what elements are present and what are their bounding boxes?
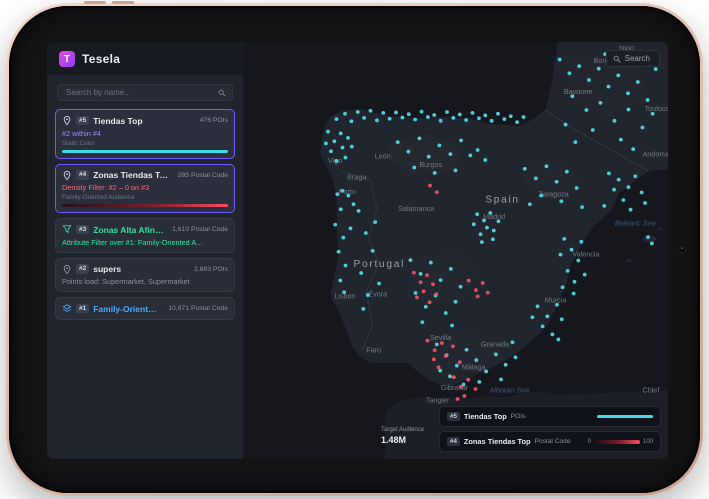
svg-text:Sevilla: Sevilla	[430, 334, 451, 342]
scale-min: 0	[588, 439, 591, 445]
layer-name: Family-Oriented Au...	[93, 304, 160, 314]
svg-text:Chlef: Chlef	[643, 386, 660, 394]
layer-subtitle: #2 within #4	[62, 129, 228, 138]
map-legend: Target Audience 1.48M #5 Tiendas Top POI…	[439, 402, 661, 452]
svg-text:Braga: Braga	[347, 174, 366, 182]
svg-text:Zaragoza: Zaragoza	[538, 190, 568, 198]
tesela-logo-icon: T	[59, 51, 75, 67]
svg-text:Granada: Granada	[481, 340, 509, 348]
svg-text:León: León	[375, 153, 391, 161]
layer-name: Zonas Alta Afinidad	[93, 225, 164, 235]
legend-gradient-scale: 0 100	[588, 439, 653, 445]
layer-tag: Static Color	[62, 140, 228, 147]
filter-icon	[62, 224, 72, 235]
svg-text:Burgos: Burgos	[419, 161, 442, 169]
map-canvas[interactable]: SpainPortugalAndorraLisbonPortoBragaVigo…	[243, 42, 668, 459]
basemap-svg: SpainPortugalAndorraLisbonPortoBragaVigo…	[243, 42, 668, 459]
svg-text:Bayonne: Bayonne	[564, 88, 592, 96]
scale-max: 100	[643, 439, 653, 445]
svg-text:Murcia: Murcia	[545, 297, 567, 305]
layer-count: 10,871 Postal Code	[164, 305, 228, 312]
layer-id-badge: #1	[76, 304, 89, 314]
search-icon	[613, 55, 621, 63]
svg-text:Balearic Sea: Balearic Sea	[615, 220, 656, 228]
legend-id-badge: #4	[447, 437, 460, 446]
layers-icon	[62, 303, 72, 314]
target-audience-stat: Target Audience 1.48M	[381, 427, 435, 446]
layer-count: 1,619 Postal Code	[168, 226, 228, 233]
layer-id-badge: #3	[76, 225, 89, 235]
pin-icon	[62, 115, 72, 126]
svg-text:Évora: Évora	[368, 289, 387, 298]
legend-cyan-swatch	[597, 415, 653, 418]
search-icon	[218, 89, 226, 97]
svg-text:Alboran Sea: Alboran Sea	[488, 386, 529, 394]
svg-text:Salamanca: Salamanca	[398, 205, 434, 213]
svg-text:Andorra: Andorra	[643, 151, 669, 159]
svg-text:Madrid: Madrid	[483, 213, 505, 221]
sidebar: T Tesela	[47, 42, 243, 459]
svg-text:Toulouse: Toulouse	[645, 105, 668, 113]
app-title: Tesela	[82, 52, 120, 66]
legend-row-zonas-tiendas-top[interactable]: #4 Zonas Tiendas Top Postal Code 0 100	[439, 431, 661, 452]
layer-item-zonas-tiendas-top[interactable]: #4 Zonas Tiendas Top 285 Postal Code Den…	[55, 164, 235, 214]
layer-name: Tiendas Top	[93, 116, 142, 126]
layer-subtitle: Points load: Supermarket, Supermarket	[62, 277, 228, 286]
layer-item-tiendas-top[interactable]: #5 Tiendas Top 476 POIs #2 within #4 Sta…	[55, 109, 235, 159]
search-input[interactable]	[64, 87, 214, 98]
pin-icon	[62, 170, 72, 181]
svg-text:Spain: Spain	[485, 195, 520, 206]
legend-layer-type: Postal Code	[535, 438, 571, 445]
map-search-label: Search	[625, 54, 650, 63]
svg-text:Málaga: Málaga	[462, 363, 486, 371]
tablet-bezel: T Tesela	[9, 6, 700, 493]
layer-id-badge: #2	[76, 264, 89, 274]
svg-text:Valencia: Valencia	[572, 251, 599, 259]
front-camera	[679, 246, 686, 253]
layer-count: 476 POIs	[196, 117, 228, 124]
svg-text:Portugal: Portugal	[354, 259, 406, 270]
layer-item-supers[interactable]: #2 supers 2,683 POIs Points load: Superm…	[55, 258, 235, 293]
legend-row-tiendas-top[interactable]: #5 Tiendas Top POIs	[439, 406, 661, 427]
layer-count: 2,683 POIs	[190, 266, 228, 273]
tablet-frame: T Tesela	[6, 3, 703, 496]
legend-id-badge: #5	[447, 412, 460, 421]
app-screen: T Tesela	[47, 42, 668, 459]
legend-layer-name: Tiendas Top	[464, 412, 507, 421]
layer-list: #5 Tiendas Top 476 POIs #2 within #4 Sta…	[47, 108, 243, 328]
layer-item-family-oriented[interactable]: #1 Family-Oriented Au... 10,871 Postal C…	[55, 297, 235, 320]
svg-text:Faro: Faro	[366, 347, 381, 355]
menorca-island	[657, 227, 662, 230]
volume-up-button	[84, 1, 106, 4]
volume-down-button	[112, 1, 134, 4]
layer-item-zonas-alta-afinidad[interactable]: #3 Zonas Alta Afinidad 1,619 Postal Code…	[55, 218, 235, 253]
app-header: T Tesela	[47, 42, 243, 75]
legend-layer-type: POIs	[511, 413, 526, 420]
layer-name: Zonas Tiendas Top	[93, 170, 170, 180]
layer-color-bar	[62, 150, 228, 153]
map-search-box[interactable]: Search	[606, 50, 660, 67]
layer-id-badge: #5	[76, 116, 89, 126]
red-gradient-swatch	[594, 440, 640, 444]
target-audience-label: Target Audience	[381, 427, 435, 435]
layer-color-bar	[62, 204, 228, 207]
layer-subtitle: Density Filter: #2 – 0 on #3	[62, 183, 228, 192]
layer-subtitle: Attribute Filter over #1: Family-Oriente…	[62, 238, 228, 247]
target-audience-value: 1.48M	[381, 435, 435, 445]
layer-tag: Family-Oriented Audience	[62, 194, 228, 201]
layer-search-box[interactable]	[57, 84, 233, 101]
ibiza-island	[626, 259, 632, 263]
layer-id-badge: #4	[76, 170, 89, 180]
legend-layer-name: Zonas Tiendas Top	[464, 437, 531, 446]
layer-count: 285 Postal Code	[174, 172, 228, 179]
pin-icon	[62, 264, 72, 275]
layer-name: supers	[93, 264, 121, 274]
